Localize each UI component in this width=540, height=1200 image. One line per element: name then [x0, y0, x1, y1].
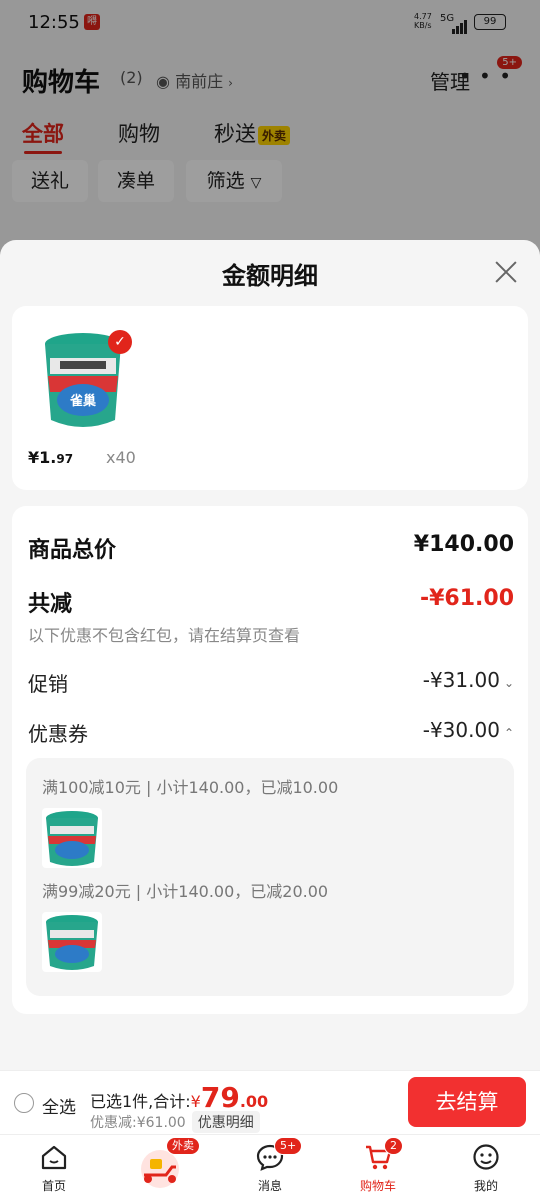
checkout-button[interactable]: 去结算 — [408, 1077, 526, 1127]
select-all-label[interactable]: 全选 — [42, 1093, 76, 1118]
sheet-title: 金额明细 — [222, 262, 318, 290]
coupon-line-1: 满100减10元 | 小计140.00，已减10.00 — [42, 778, 339, 797]
discount-text: 优惠减:¥61.00 — [90, 1115, 186, 1131]
tab-cart[interactable]: 2 购物车 — [338, 1135, 418, 1200]
coupon-value-group: -¥30.00 ⌃ — [423, 718, 514, 742]
chevron-up-icon[interactable]: ⌃ — [504, 726, 514, 740]
product-price-int: ¥1. — [28, 448, 57, 467]
discount-detail-button[interactable]: 优惠明细 — [191, 1111, 260, 1133]
messages-badge: 5+ — [274, 1137, 303, 1155]
select-all-radio[interactable] — [14, 1093, 34, 1113]
total-label: 商品总价 — [28, 538, 117, 563]
total-summary: 已选1件,合计:¥79.00 — [90, 1081, 268, 1114]
selected-text: 已选1件,合计: — [90, 1092, 191, 1111]
promo-value-group: -¥31.00 ⌄ — [423, 668, 514, 692]
total-amount-decimal: .00 — [239, 1092, 269, 1111]
product-quantity: x40 — [106, 448, 136, 467]
discount-note: 以下优惠不包含红包，请在结算页查看 — [28, 626, 301, 645]
tab-messages-label: 消息 — [257, 1179, 282, 1193]
coupon-label: 优惠券 — [28, 722, 88, 746]
selected-check-icon[interactable]: ✓ — [108, 330, 132, 354]
total-currency: ¥ — [190, 1092, 201, 1111]
price-detail-sheet: 金额明细 雀巢 ✓ ¥1.97 x40 商品总价 ¥140.00 共减 -¥61… — [0, 240, 540, 1070]
promo-value: -¥31.00 — [422, 668, 500, 692]
delivery-scooter-icon — [141, 1150, 179, 1188]
coupon-detail-box: 满100减10元 | 小计140.00，已减10.00 满99减20元 | 小计… — [26, 758, 514, 996]
close-icon[interactable] — [494, 260, 518, 284]
coupon-value: -¥30.00 — [422, 718, 500, 742]
tab-profile-label: 我的 — [473, 1179, 498, 1193]
bottom-tab-bar: 首页 外卖 5+ 消息 2 购物车 我的 — [0, 1134, 540, 1200]
tab-takeout[interactable]: 外卖 — [120, 1135, 200, 1200]
coupon-product-image-2 — [42, 912, 102, 972]
takeout-badge: 外卖 — [166, 1137, 200, 1155]
chevron-down-icon[interactable]: ⌄ — [504, 676, 514, 690]
cart-badge: 2 — [384, 1137, 403, 1155]
product-price: ¥1.97 — [28, 448, 73, 467]
tab-home[interactable]: 首页 — [14, 1135, 94, 1200]
amount-detail-card: 商品总价 ¥140.00 共减 -¥61.00 以下优惠不包含红包，请在结算页查… — [12, 506, 528, 1014]
reduce-value: -¥61.00 — [419, 586, 514, 611]
tab-home-label: 首页 — [41, 1179, 66, 1193]
discount-summary: 优惠减:¥61.00 优惠明细 — [90, 1111, 260, 1133]
checkout-bar: 全选 已选1件,合计:¥79.00 优惠减:¥61.00 优惠明细 去结算 — [0, 1070, 540, 1134]
reduce-label: 共减 — [28, 592, 73, 617]
promo-label: 促销 — [28, 672, 68, 696]
total-amount: 79 — [200, 1081, 240, 1114]
total-value: ¥140.00 — [413, 532, 514, 557]
tab-messages[interactable]: 5+ 消息 — [230, 1135, 310, 1200]
coupon-product-image-1 — [42, 808, 102, 868]
tab-profile[interactable]: 我的 — [446, 1135, 526, 1200]
svg-text:雀巢: 雀巢 — [69, 393, 97, 409]
product-price-dec: 97 — [56, 452, 74, 466]
coupon-line-2: 满99减20元 | 小计140.00，已减20.00 — [42, 882, 329, 901]
product-card: 雀巢 ✓ ¥1.97 x40 — [12, 306, 528, 490]
tab-cart-label: 购物车 — [359, 1179, 396, 1193]
profile-icon — [473, 1144, 499, 1170]
home-icon — [41, 1145, 67, 1170]
